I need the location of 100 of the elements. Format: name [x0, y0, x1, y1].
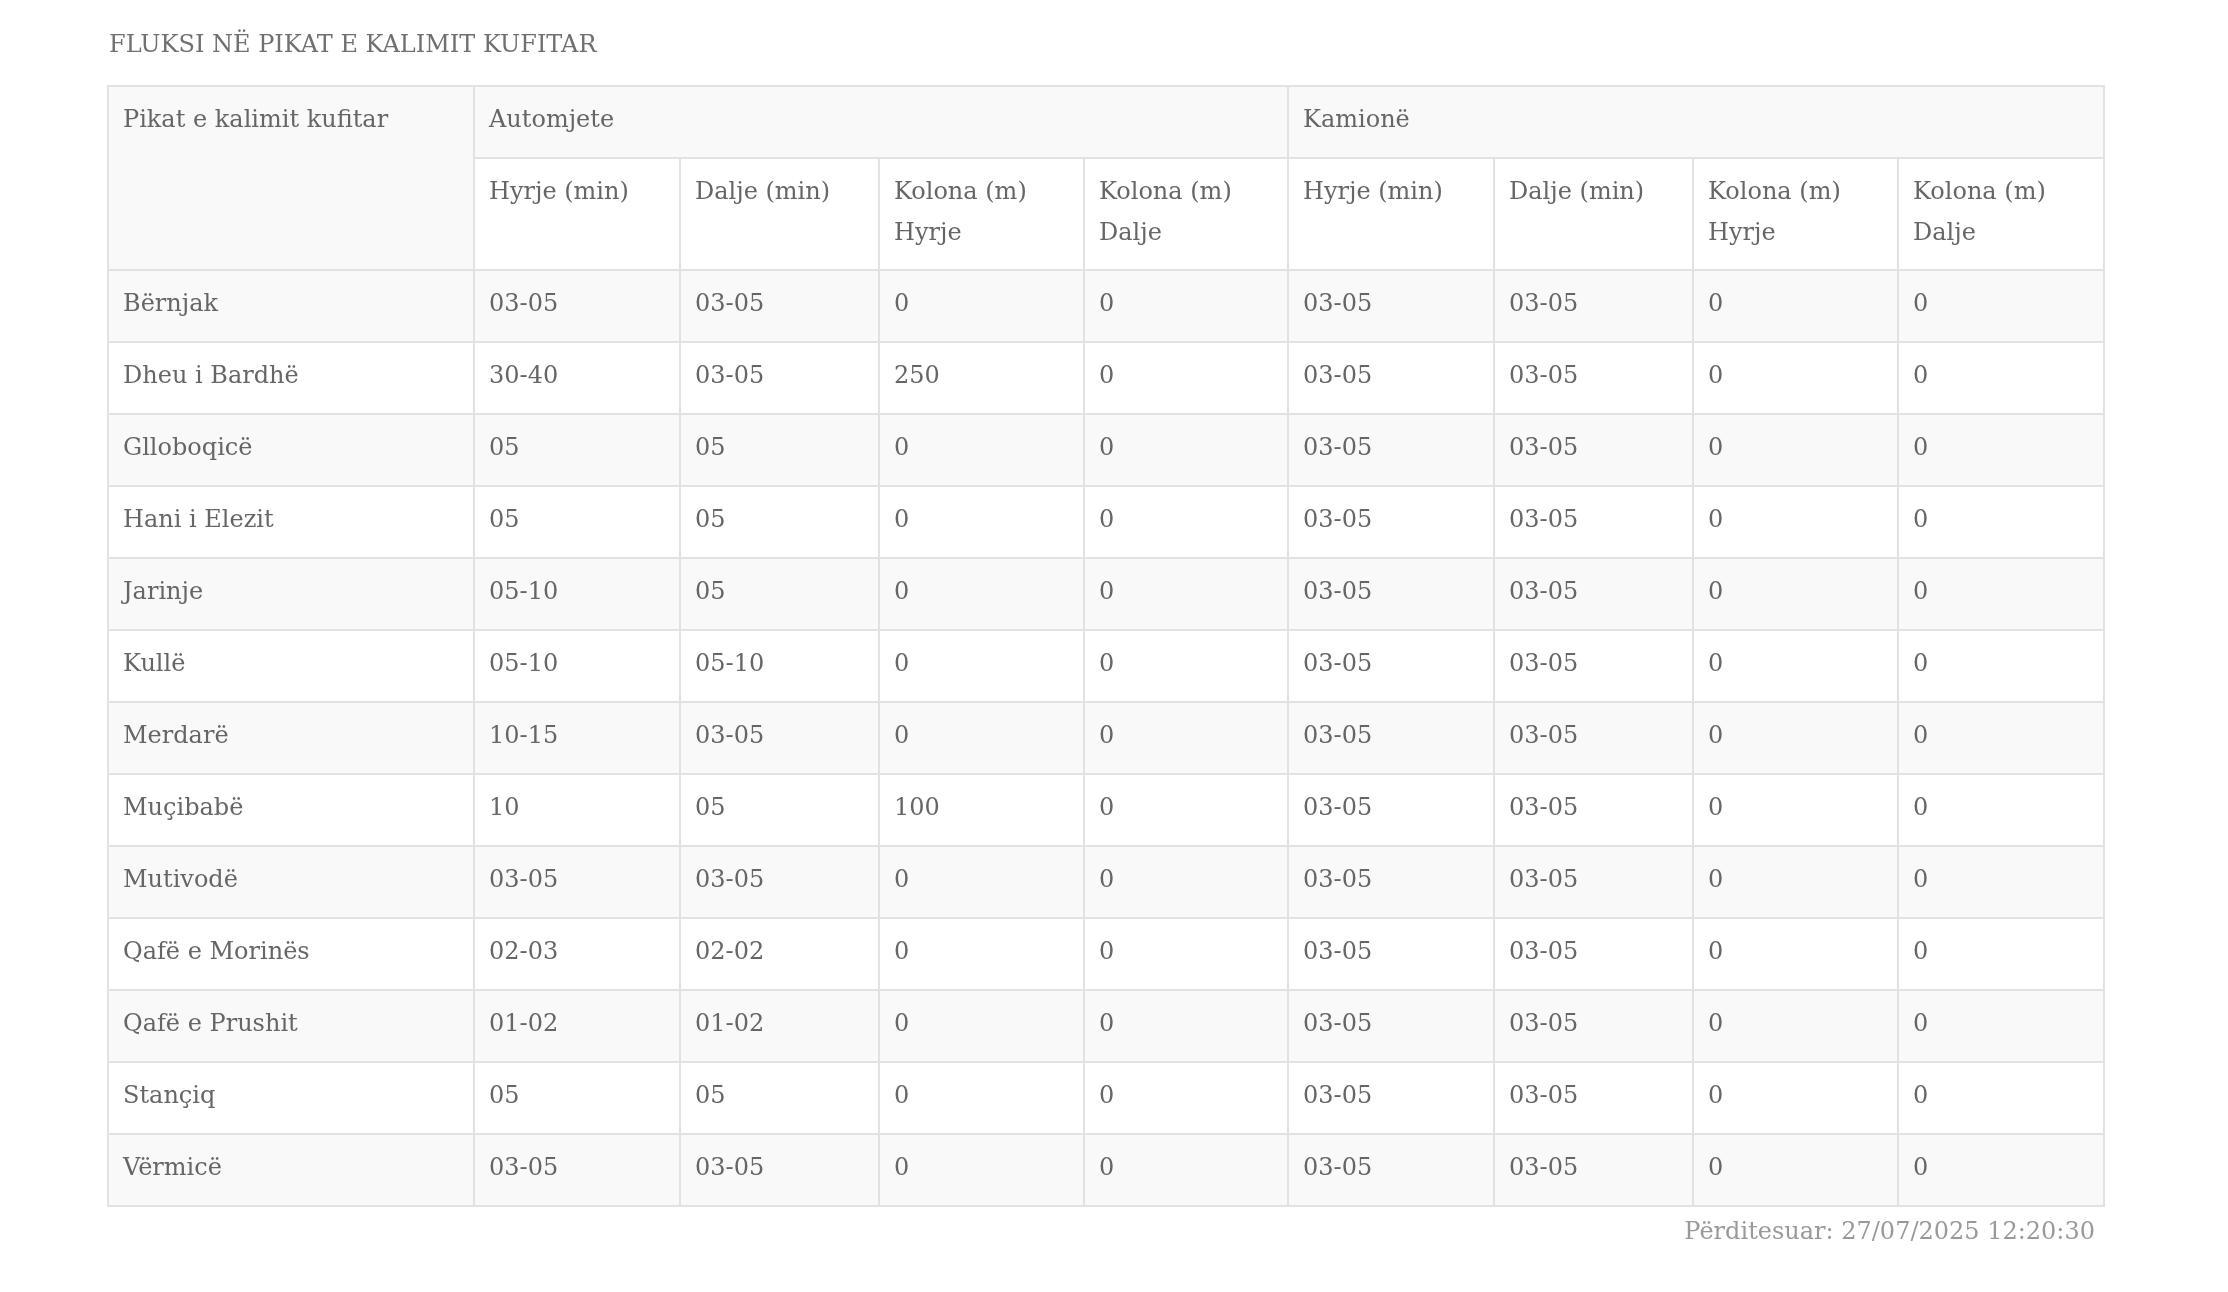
table-cell: 03-05 [1288, 918, 1494, 990]
updated-timestamp: Përditesuar: 27/07/2025 12:20:30 [1684, 1217, 2095, 1245]
table-cell: 01-02 [474, 990, 680, 1062]
table-cell: 0 [1898, 1062, 2105, 1134]
table-cell: 02-02 [680, 918, 879, 990]
table-cell: 03-05 [1288, 414, 1494, 486]
table-cell: 03-05 [1288, 486, 1494, 558]
column-header: Pikat e kalimit kufitar [108, 86, 474, 270]
table-cell: 0 [1693, 846, 1898, 918]
crossing-name-cell: Muçibabë [108, 774, 474, 846]
table-cell: 0 [1693, 270, 1898, 342]
table-cell: 0 [1693, 990, 1898, 1062]
table-cell: 0 [1898, 630, 2105, 702]
group-header: Kamionë [1288, 86, 2105, 158]
table-cell: 0 [1898, 990, 2105, 1062]
table-cell: 03-05 [1494, 558, 1693, 630]
column-header: Kolona (m) Dalje [1084, 158, 1288, 270]
table-cell: 0 [1693, 414, 1898, 486]
table-cell: 05 [474, 1062, 680, 1134]
table-cell: 0 [1898, 1134, 2105, 1206]
table-cell: 05 [680, 414, 879, 486]
table-cell: 03-05 [1494, 1062, 1693, 1134]
column-header: Dalje (min) [680, 158, 879, 270]
table-cell: 03-05 [1494, 414, 1693, 486]
table-cell: 0 [879, 1134, 1084, 1206]
table-cell: 03-05 [1288, 846, 1494, 918]
table-cell: 03-05 [474, 846, 680, 918]
table-cell: 30-40 [474, 342, 680, 414]
table-cell: 03-05 [1494, 990, 1693, 1062]
table-cell: 10-15 [474, 702, 680, 774]
table-cell: 03-05 [474, 270, 680, 342]
crossing-name-cell: Glloboqicë [108, 414, 474, 486]
table-cell: 0 [1084, 990, 1288, 1062]
table-cell: 0 [1084, 702, 1288, 774]
table-cell: 03-05 [474, 1134, 680, 1206]
column-header: Hyrje (min) [1288, 158, 1494, 270]
table-cell: 0 [1898, 414, 2105, 486]
table-cell: 05-10 [474, 630, 680, 702]
table-cell: 0 [1898, 918, 2105, 990]
table-cell: 0 [1084, 1062, 1288, 1134]
table-cell: 05 [680, 558, 879, 630]
table-cell: 0 [879, 846, 1084, 918]
table-cell: 0 [879, 486, 1084, 558]
table-cell: 10 [474, 774, 680, 846]
crossing-name-cell: Qafë e Prushit [108, 990, 474, 1062]
table-cell: 03-05 [1288, 774, 1494, 846]
crossing-name-cell: Kullë [108, 630, 474, 702]
column-header: Kolona (m) Hyrje [879, 158, 1084, 270]
table-cell: 03-05 [1288, 342, 1494, 414]
table-cell: 03-05 [1288, 558, 1494, 630]
table-cell: 0 [879, 630, 1084, 702]
table-cell: 250 [879, 342, 1084, 414]
table-cell: 05 [474, 486, 680, 558]
table-cell: 03-05 [1288, 630, 1494, 702]
table-cell: 0 [1898, 702, 2105, 774]
group-header: Automjete [474, 86, 1288, 158]
table-cell: 03-05 [680, 342, 879, 414]
crossing-name-cell: Hani i Elezit [108, 486, 474, 558]
table-cell: 0 [1084, 342, 1288, 414]
table-cell: 03-05 [1494, 702, 1693, 774]
crossing-name-cell: Mutivodë [108, 846, 474, 918]
table-cell: 05 [680, 1062, 879, 1134]
table-cell: 0 [879, 1062, 1084, 1134]
table-cell: 0 [1084, 558, 1288, 630]
table-cell: 0 [1693, 1134, 1898, 1206]
table-cell: 0 [1084, 774, 1288, 846]
crossing-name-cell: Stançiq [108, 1062, 474, 1134]
table-cell: 03-05 [1494, 270, 1693, 342]
table-cell: 05 [680, 486, 879, 558]
table-cell: 0 [1898, 270, 2105, 342]
table-cell: 0 [1693, 342, 1898, 414]
table-cell: 03-05 [680, 270, 879, 342]
table-cell: 03-05 [1494, 342, 1693, 414]
crossing-name-cell: Jarinje [108, 558, 474, 630]
table-cell: 03-05 [1288, 270, 1494, 342]
table-cell: 0 [1693, 630, 1898, 702]
crossing-name-cell: Bërnjak [108, 270, 474, 342]
table-cell: 03-05 [680, 1134, 879, 1206]
table-cell: 0 [1898, 486, 2105, 558]
column-header: Kolona (m) Hyrje [1693, 158, 1898, 270]
table-cell: 03-05 [1494, 918, 1693, 990]
table-cell: 03-05 [1494, 630, 1693, 702]
table-cell: 0 [1084, 630, 1288, 702]
table-cell: 0 [1693, 702, 1898, 774]
table-cell: 0 [1693, 558, 1898, 630]
crossing-name-cell: Merdarë [108, 702, 474, 774]
crossing-name-cell: Dheu i Bardhë [108, 342, 474, 414]
table-cell: 0 [1898, 774, 2105, 846]
table-cell: 05-10 [474, 558, 680, 630]
table-cell: 05 [680, 774, 879, 846]
table-cell: 0 [1084, 846, 1288, 918]
table-cell: 0 [879, 990, 1084, 1062]
table-cell: 03-05 [1288, 990, 1494, 1062]
crossing-name-cell: Qafë e Morinës [108, 918, 474, 990]
column-header: Hyrje (min) [474, 158, 680, 270]
table-cell: 02-03 [474, 918, 680, 990]
table-cell: 0 [879, 918, 1084, 990]
table-cell: 03-05 [680, 846, 879, 918]
table-cell: 0 [879, 702, 1084, 774]
table-cell: 03-05 [1494, 774, 1693, 846]
